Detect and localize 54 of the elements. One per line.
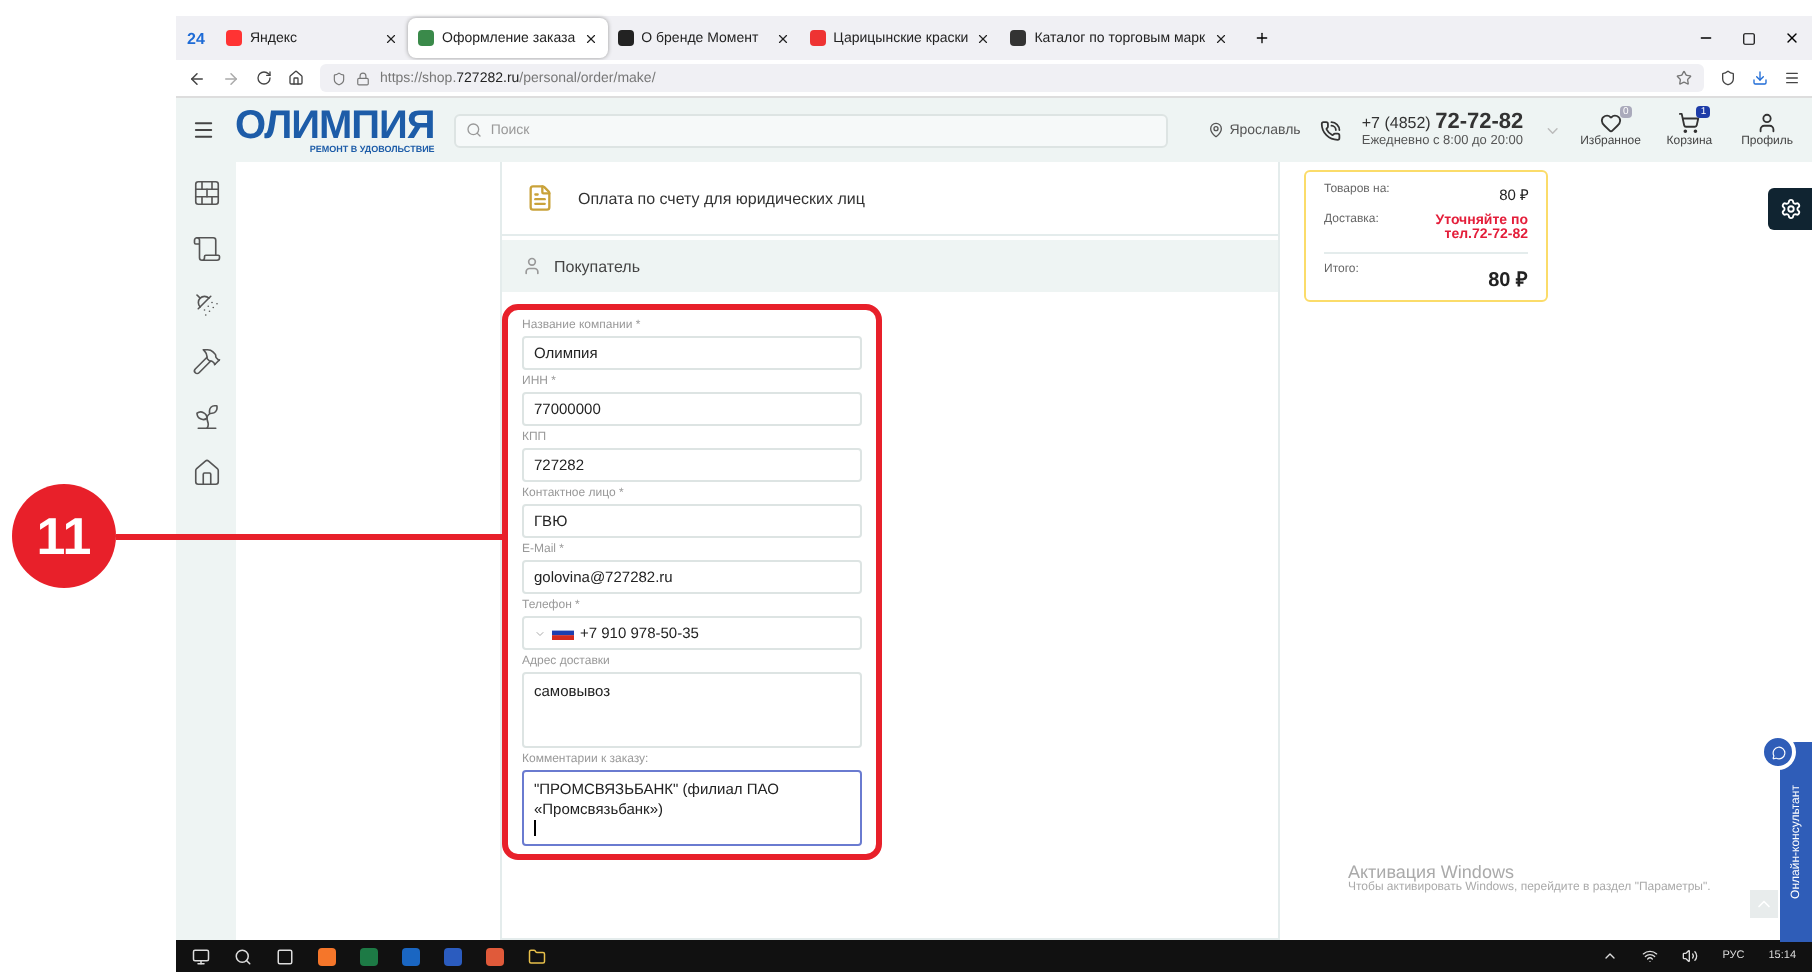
maximize-icon[interactable] (1742, 31, 1756, 45)
summary-value: 80 ₽ (1488, 268, 1528, 292)
tray-caret-icon[interactable] (1602, 948, 1619, 964)
close-icon[interactable] (384, 31, 398, 45)
close-icon[interactable] (1213, 31, 1228, 45)
category-icon[interactable] (191, 402, 221, 432)
app-icon[interactable] (360, 947, 378, 965)
app-icon[interactable] (444, 947, 462, 965)
phone-number[interactable]: +7 (4852) 72-72-82 (1361, 110, 1524, 135)
user-icon (522, 256, 542, 276)
folder-icon[interactable] (528, 947, 546, 965)
activation-title: Активация Windows (1348, 862, 1514, 882)
download-icon[interactable] (1752, 70, 1768, 86)
app-icon[interactable] (402, 947, 420, 965)
back-icon[interactable] (188, 69, 206, 87)
category-icon[interactable] (191, 234, 221, 264)
menu-icon[interactable] (1784, 70, 1800, 86)
site-icon (617, 30, 634, 46)
flag-icon (552, 626, 574, 640)
network-icon[interactable] (1642, 948, 1659, 964)
close-icon[interactable] (1784, 30, 1800, 46)
pinned-tab[interactable]: 24 (176, 29, 216, 47)
location-pin-icon (1207, 122, 1224, 138)
step-number: 11 (12, 484, 116, 588)
phone-icon (1320, 119, 1342, 141)
site-icon (226, 30, 242, 46)
close-icon[interactable] (583, 31, 598, 45)
section-title: Покупатель (554, 257, 640, 275)
close-icon[interactable] (775, 31, 790, 45)
category-icon[interactable] (191, 346, 221, 376)
new-tab-icon[interactable] (1253, 30, 1270, 46)
close-icon[interactable] (976, 31, 991, 45)
search-icon[interactable] (234, 947, 252, 965)
heart-icon (1599, 112, 1622, 134)
app-icon[interactable] (486, 947, 504, 965)
menu-icon[interactable] (192, 118, 216, 142)
site-icon (1010, 30, 1027, 46)
invoice-icon (526, 184, 554, 212)
category-icon[interactable] (191, 178, 221, 208)
search-icon (466, 122, 483, 138)
site-icon (418, 30, 434, 46)
task-view-icon[interactable] (276, 947, 294, 965)
payment-method: Оплата по счету для юридических лиц (578, 189, 865, 207)
reload-icon[interactable] (256, 70, 272, 86)
home-icon[interactable] (288, 70, 304, 86)
site-icon (809, 30, 826, 46)
chat-icon[interactable] (1760, 734, 1796, 770)
category-icon[interactable] (191, 458, 221, 488)
settings-button[interactable] (1768, 188, 1812, 230)
settings-icon (1779, 198, 1801, 220)
user-icon (1756, 112, 1779, 134)
volume-icon[interactable] (1682, 948, 1699, 964)
cart-icon (1678, 112, 1701, 134)
app-icon[interactable] (318, 947, 336, 965)
